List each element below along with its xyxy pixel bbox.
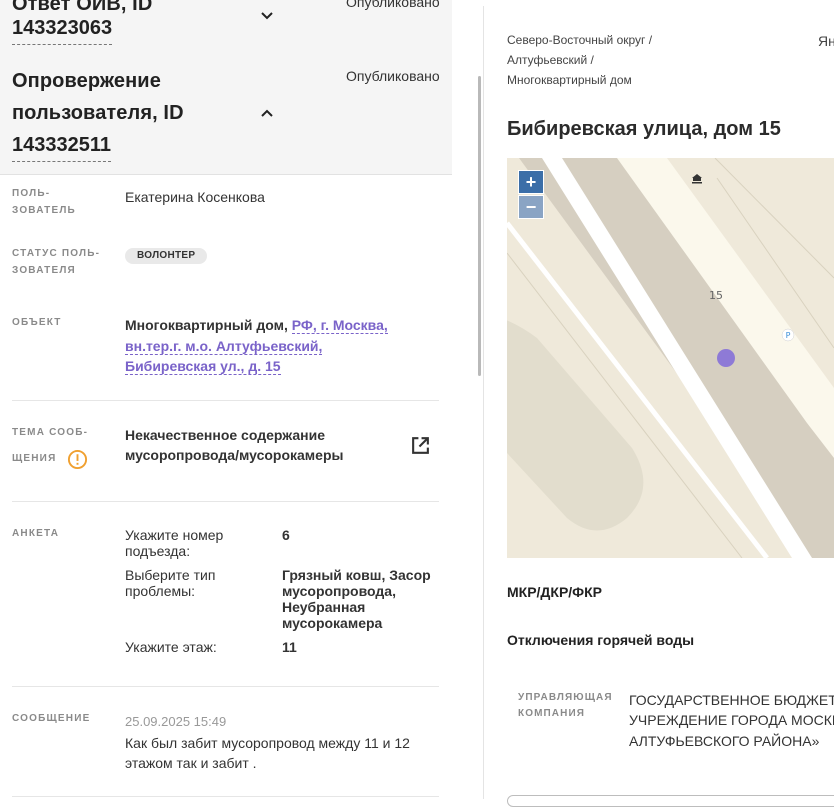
prev-event-status: Опубликовано xyxy=(346,0,440,10)
survey-answer: 6 xyxy=(282,527,290,543)
status-label-2: ЗОВАТЕЛЯ xyxy=(12,265,76,276)
user-value: Екатерина Косенкова xyxy=(125,189,265,205)
survey-answer: Неубранная xyxy=(282,599,366,615)
topic-value-line2: мусоропровода/мусорокамеры xyxy=(125,447,344,463)
map[interactable]: P 15 xyxy=(507,158,834,558)
divider xyxy=(12,796,439,797)
breadcrumb-area[interactable]: Алтуфьевский / xyxy=(507,50,594,70)
object-label: ОБЪЕКТ xyxy=(12,317,62,328)
divider xyxy=(12,501,439,502)
map-canvas[interactable]: P 15 xyxy=(507,158,834,558)
org-value-line1: ГОСУДАРСТВЕННОЕ БЮДЖЕТНО xyxy=(629,692,834,708)
survey-question: Укажите этаж: xyxy=(125,639,217,655)
event-title-line1[interactable]: Опровержение xyxy=(12,65,161,97)
event-id[interactable]: 143332511 xyxy=(12,129,112,162)
topic-label-1: ТЕМА СООБ- xyxy=(12,427,89,438)
object-address-link-3[interactable]: Бибиревская ул., д. 15 xyxy=(125,358,281,375)
message-date: 25.09.2025 15:49 xyxy=(125,714,227,729)
object-type: Многоквартирный дом, xyxy=(125,317,288,333)
topic-label-2: ЩЕНИЯ xyxy=(12,453,57,464)
survey-answer: 11 xyxy=(282,639,297,655)
org-label-2: КОМПАНИЯ xyxy=(518,708,586,719)
user-label-2: ЗОВАТЕЛЬ xyxy=(12,205,76,216)
survey-question: Выберите тип xyxy=(125,567,216,583)
left-panel: Ответ ОИВ, ID 143323063 Опубликовано Опр… xyxy=(0,0,452,799)
external-link-icon[interactable] xyxy=(410,435,431,456)
breadcrumb-type: Многоквартирный дом xyxy=(507,73,632,87)
survey-answer: мусорокамера xyxy=(282,615,383,631)
message-label: СООБЩЕНИЕ xyxy=(12,713,91,724)
org-value-line2: УЧРЕЖДЕНИЕ ГОРОДА МОСКВЫ xyxy=(629,712,834,728)
breadcrumb-district[interactable]: Северо-Восточный округ / xyxy=(507,30,652,50)
chevron-up-icon[interactable] xyxy=(259,105,275,121)
map-house-number: 15 xyxy=(709,289,723,302)
survey-question: проблемы: xyxy=(125,583,196,599)
section-mkr[interactable]: МКР/ДКР/ФКР xyxy=(507,584,602,600)
truncated-text: Ян xyxy=(818,33,834,49)
scrollbar[interactable] xyxy=(478,76,481,376)
divider xyxy=(12,686,439,687)
object-address-link-2[interactable]: вн.тер.г. м.о. Алтуфьевский, xyxy=(125,338,323,355)
message-text-line1: Как был забит мусоропровод между 11 и 12 xyxy=(125,735,410,751)
object-address-link-1[interactable]: РФ, г. Москва, xyxy=(291,317,388,334)
event-title-line2[interactable]: пользователя, ID xyxy=(12,97,184,129)
user-label-1: ПОЛЬ- xyxy=(12,188,51,199)
survey-question: Укажите номер xyxy=(125,527,224,543)
event-status: Опубликовано xyxy=(346,68,440,84)
survey-answer: Грязный ковш, Засор xyxy=(282,567,431,583)
object-value-line2: вн.тер.г. м.о. Алтуфьевский, xyxy=(125,336,323,356)
zoom-in-button[interactable]: + xyxy=(518,170,544,194)
object-value-line1: Многоквартирный дом, РФ, г. Москва, xyxy=(125,315,388,335)
zoom-out-button[interactable]: − xyxy=(518,195,544,219)
warning-circle-icon[interactable] xyxy=(67,449,88,470)
map-parking-label: P xyxy=(786,331,791,340)
survey-answer: мусоропровода, xyxy=(282,583,396,599)
divider xyxy=(12,400,439,401)
status-badge: ВОЛОНТЕР xyxy=(125,248,208,264)
chevron-down-icon[interactable] xyxy=(259,8,275,24)
message-text-line2: этажом так и забит . xyxy=(125,755,257,771)
status-label-1: СТАТУС ПОЛЬ- xyxy=(12,248,101,259)
survey-label: АНКЕТА xyxy=(12,528,60,539)
object-title: Бибиревская улица, дом 15 xyxy=(507,118,781,140)
org-value-line3: АЛТУФЬЕВСКОГО РАЙОНА» xyxy=(629,733,820,749)
topic-value-line1: Некачественное содержание xyxy=(125,427,325,443)
panel-divider xyxy=(483,6,484,799)
section-hot-water[interactable]: Отключения горячей воды xyxy=(507,632,694,648)
prev-event-id[interactable]: 143323063 xyxy=(12,12,113,45)
bottom-card[interactable] xyxy=(507,795,834,807)
org-label-1: УПРАВЛЯЮЩАЯ xyxy=(518,692,613,703)
survey-question: подъезда: xyxy=(125,543,191,559)
object-value-line3: Бибиревская ул., д. 15 xyxy=(125,356,281,376)
